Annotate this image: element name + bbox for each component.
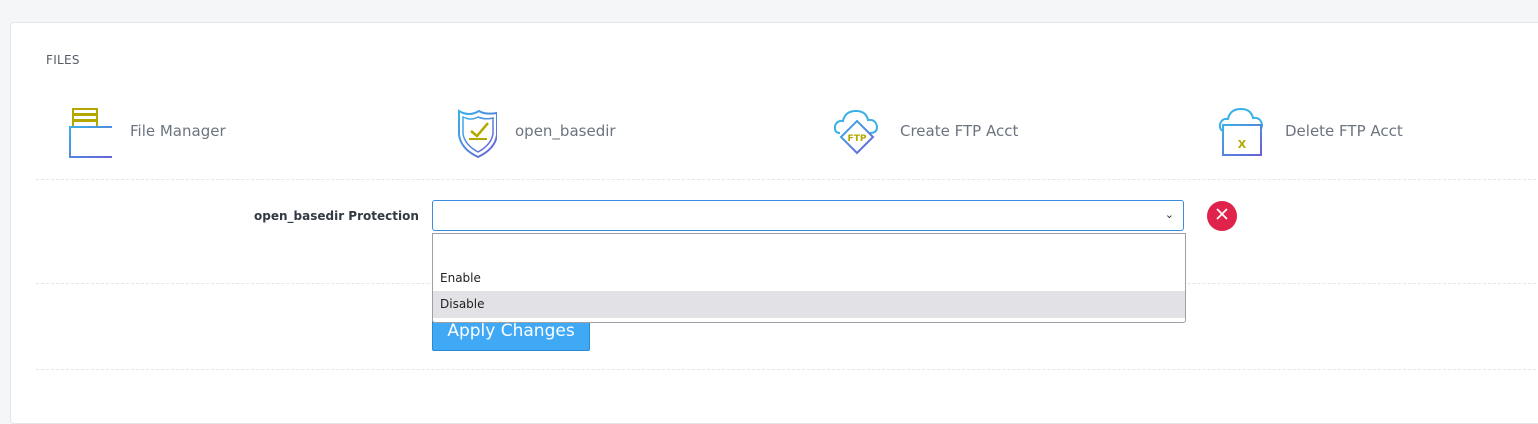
select-dropdown-list: Enable Disable — [432, 233, 1186, 323]
tool-label: Delete FTP Acct — [1285, 122, 1403, 140]
svg-text:FTP: FTP — [848, 134, 867, 144]
chevron-down-icon: ⌄ — [1164, 208, 1174, 221]
open-basedir-protection-select[interactable]: ⌄ — [432, 200, 1184, 231]
divider — [36, 369, 1538, 370]
tool-file-manager[interactable]: File Manager — [56, 103, 226, 159]
folder-cabinet-icon — [56, 103, 112, 159]
open-basedir-protection-label: open_basedir Protection — [254, 209, 419, 223]
svg-text:X: X — [1238, 138, 1247, 151]
section-title: FILES — [46, 53, 80, 67]
files-panel: FILES File Manager open_basedir FTP Crea… — [10, 22, 1538, 424]
close-button[interactable] — [1207, 201, 1237, 231]
shield-check-icon — [441, 103, 497, 159]
tool-create-ftp-acct[interactable]: FTP Create FTP Acct — [826, 103, 1018, 159]
tool-open-basedir[interactable]: open_basedir — [441, 103, 616, 159]
tool-label: Create FTP Acct — [900, 122, 1019, 140]
cloud-ftp-icon: FTP — [826, 103, 882, 159]
tool-label: File Manager — [130, 122, 226, 140]
tool-delete-ftp-acct[interactable]: X Delete FTP Acct — [1211, 103, 1403, 159]
cloud-folder-delete-icon: X — [1211, 103, 1267, 159]
dropdown-option-enable[interactable]: Enable — [433, 265, 1185, 292]
dropdown-option-blank[interactable] — [433, 236, 1185, 263]
tool-label: open_basedir — [515, 122, 616, 140]
divider — [36, 179, 1538, 180]
close-circle-icon — [1214, 206, 1230, 226]
dropdown-option-disable[interactable]: Disable — [433, 291, 1185, 318]
